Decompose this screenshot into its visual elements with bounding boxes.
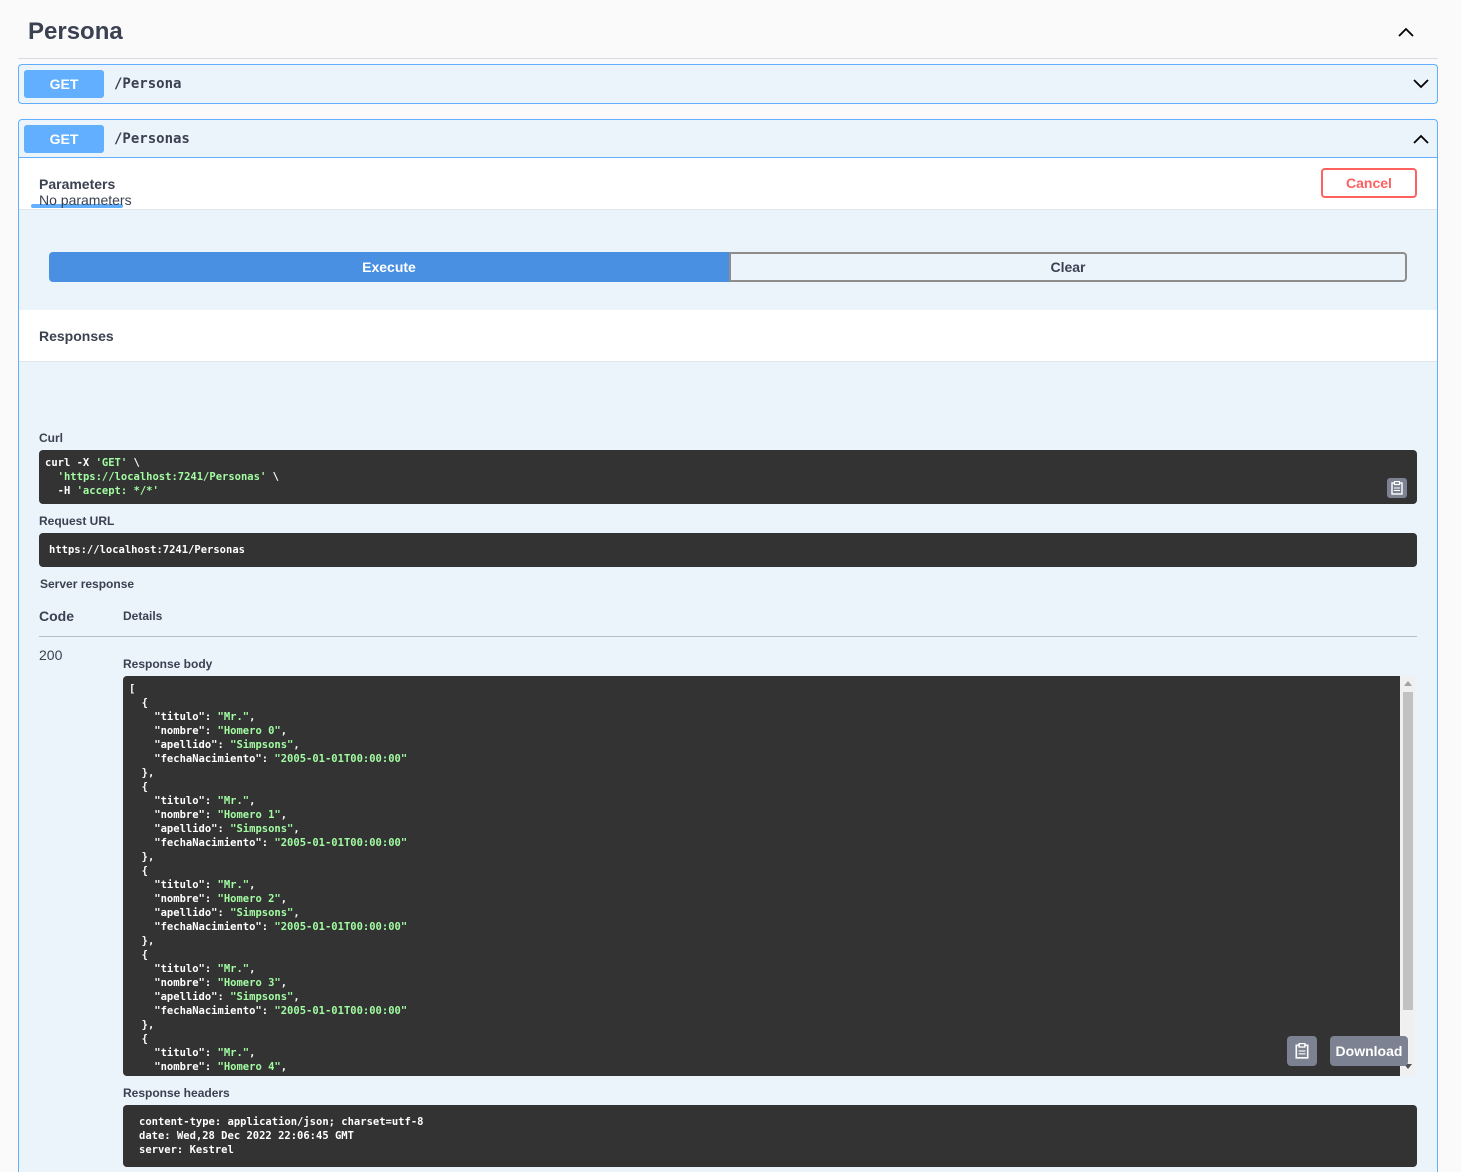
curl-line2-end: \	[266, 471, 279, 483]
response-body-scrollbar[interactable]	[1401, 676, 1415, 1076]
opblock-get-persona: GET /Persona	[18, 64, 1438, 104]
header-line: content-type: application/json; charset=…	[139, 1116, 424, 1128]
header-line: server: Kestrel	[139, 1144, 234, 1156]
header-line: date: Wed,28 Dec 2022 22:06:45 GMT	[139, 1130, 354, 1142]
tab-parameters[interactable]: Parameters	[39, 176, 115, 192]
section-title: Persona	[28, 18, 123, 45]
clipboard-icon[interactable]	[1287, 1036, 1317, 1066]
request-url-label: Request URL	[39, 514, 115, 528]
table-divider	[39, 636, 1417, 637]
parameters-tab-bar: Parameters Cancel	[19, 158, 1437, 210]
opblock-summary-persona[interactable]: GET /Persona	[19, 65, 1437, 103]
status-code: 200	[39, 647, 63, 663]
section-header-persona[interactable]: Persona	[18, 0, 1438, 59]
response-headers-label: Response headers	[123, 1086, 230, 1100]
curl-line1-end: \	[127, 457, 140, 469]
curl-code-block[interactable]: curl -X 'GET' \ 'https://localhost:7241/…	[39, 450, 1417, 504]
request-url-block[interactable]: https://localhost:7241/Personas	[39, 533, 1417, 567]
clear-button[interactable]: Clear	[729, 252, 1407, 282]
curl-header: 'accept: */*'	[76, 485, 159, 497]
chevron-up-icon[interactable]	[1396, 22, 1416, 42]
endpoint-path: /Personas	[114, 131, 190, 147]
curl-url: 'https://localhost:7241/Personas'	[57, 471, 267, 483]
method-badge: GET	[24, 125, 104, 153]
clipboard-icon[interactable]	[1387, 478, 1407, 498]
no-parameters-text: No parameters	[39, 192, 132, 208]
response-body-block[interactable]: [ { "titulo": "Mr.", "nombre": "Homero 0…	[123, 676, 1400, 1076]
opblock-get-personas: GET /Personas Parameters Cancel No param…	[18, 119, 1438, 1172]
curl-method: 'GET'	[95, 457, 128, 469]
chevron-up-icon[interactable]	[1411, 129, 1431, 149]
curl-label: Curl	[39, 431, 63, 445]
responses-header: Responses	[19, 310, 1437, 362]
server-response-label: Server response	[40, 577, 135, 591]
execute-button[interactable]: Execute	[49, 252, 729, 282]
opblock-summary-personas[interactable]: GET /Personas	[19, 120, 1437, 158]
cancel-button[interactable]: Cancel	[1321, 168, 1417, 198]
execute-wrapper: Execute Clear	[49, 252, 1407, 282]
code-column-header: Code	[39, 608, 74, 624]
scroll-up-arrow[interactable]	[1404, 681, 1412, 686]
response-headers-block[interactable]: content-type: application/json; charset=…	[123, 1105, 1417, 1167]
chevron-down-icon[interactable]	[1411, 74, 1431, 94]
method-badge: GET	[24, 70, 104, 98]
curl-cmd: curl -X	[45, 457, 96, 469]
responses-title: Responses	[39, 328, 114, 344]
response-body-label: Response body	[123, 657, 213, 671]
endpoint-path: /Persona	[114, 76, 182, 92]
scrollbar-thumb[interactable]	[1403, 692, 1413, 1010]
swagger-page: Persona GET /Persona GET /Personas Param…	[0, 0, 1461, 1172]
download-button[interactable]: Download	[1330, 1036, 1408, 1066]
curl-flag: -H	[45, 485, 77, 497]
details-column-header: Details	[123, 609, 163, 623]
